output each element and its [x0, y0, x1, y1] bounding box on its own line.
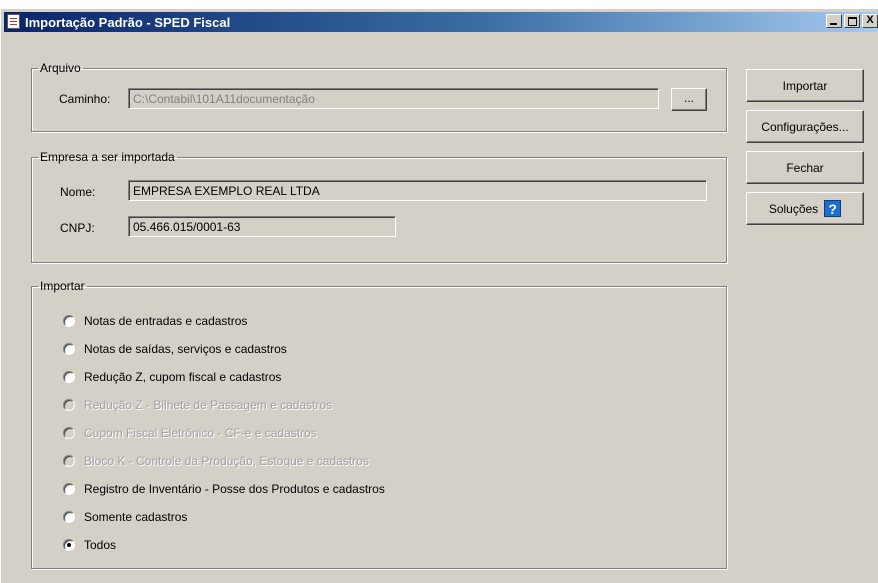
import-dialog: Importação Padrão - SPED Fiscal X Arquiv… — [0, 8, 878, 583]
radio-label: Todos — [84, 538, 117, 552]
importar-button[interactable]: Importar — [746, 69, 864, 102]
solucoes-label: Soluções — [768, 201, 819, 216]
help-icon: ? — [824, 200, 842, 217]
window-controls: X — [824, 14, 878, 28]
fechar-button[interactable]: Fechar — [746, 151, 864, 184]
solucoes-button[interactable]: Soluções ? — [746, 192, 864, 225]
minimize-button[interactable] — [826, 14, 842, 28]
radio-somente-cadastros[interactable]: Somente cadastros — [63, 509, 187, 525]
radio-label: Somente cadastros — [84, 510, 188, 524]
radio-bloco-k: Bloco K - Controle da Produção, Estoque … — [63, 453, 369, 469]
radio-button[interactable] — [63, 539, 75, 551]
configuracoes-button[interactable]: Configurações... — [746, 110, 864, 143]
empresa-group: Empresa a ser importada — [31, 150, 727, 263]
radio-cupom-cfe: Cupom Fiscal Eletrônico - CF-e e cadastr… — [63, 425, 317, 441]
radio-label: Redução Z, cupom fiscal e cadastros — [84, 370, 282, 384]
radio-reducao-z-bilhete: Redução Z - Bilhete de Passagem e cadast… — [63, 397, 332, 413]
caminho-label: Caminho: — [59, 92, 111, 106]
title-bar: Importação Padrão - SPED Fiscal X — [4, 12, 878, 32]
radio-button[interactable] — [63, 343, 75, 355]
radio-todos[interactable]: Todos — [63, 537, 116, 553]
window-title: Importação Padrão - SPED Fiscal — [25, 15, 231, 30]
document-icon — [7, 14, 20, 29]
cnpj-label: CNPJ: — [60, 221, 95, 235]
close-button[interactable]: X — [862, 14, 878, 28]
radio-reducao-z-cupom[interactable]: Redução Z, cupom fiscal e cadastros — [63, 369, 281, 385]
radio-notas-saidas[interactable]: Notas de saídas, serviços e cadastros — [63, 341, 287, 357]
radio-notas-entradas[interactable]: Notas de entradas e cadastros — [63, 313, 247, 329]
radio-label: Notas de entradas e cadastros — [84, 314, 248, 328]
radio-button — [63, 399, 75, 411]
nome-field[interactable] — [128, 180, 707, 201]
nome-label: Nome: — [60, 185, 96, 199]
radio-button[interactable] — [63, 483, 75, 495]
radio-button — [63, 427, 75, 439]
radio-label: Notas de saídas, serviços e cadastros — [84, 342, 287, 356]
radio-button — [63, 455, 75, 467]
importar-legend: Importar — [40, 279, 85, 293]
arquivo-legend: Arquivo — [40, 61, 81, 75]
radio-registro-inventario[interactable]: Registro de Inventário - Posse dos Produ… — [63, 481, 385, 497]
maximize-button[interactable] — [844, 14, 860, 28]
caminho-field[interactable] — [128, 88, 659, 109]
radio-label: Registro de Inventário - Posse dos Produ… — [84, 482, 385, 496]
radio-label: Cupom Fiscal Eletrônico - CF-e e cadastr… — [84, 426, 317, 440]
empresa-legend: Empresa a ser importada — [40, 150, 175, 164]
radio-label: Bloco K - Controle da Produção, Estoque … — [84, 454, 369, 468]
radio-label: Redução Z - Bilhete de Passagem e cadast… — [84, 398, 333, 412]
cnpj-field[interactable] — [128, 216, 396, 237]
radio-button[interactable] — [63, 315, 75, 327]
radio-button[interactable] — [63, 371, 75, 383]
browse-button[interactable]: ... — [671, 88, 707, 111]
radio-button[interactable] — [63, 511, 75, 523]
